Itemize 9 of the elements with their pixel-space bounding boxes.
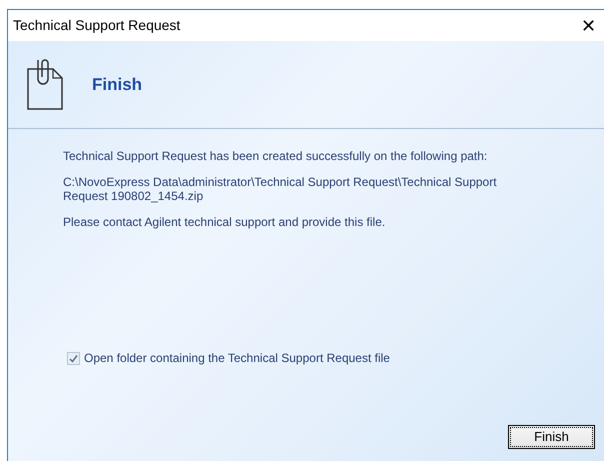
page-heading: Finish: [92, 74, 142, 96]
document-clip-icon: [26, 58, 64, 110]
checkmark-icon: [69, 354, 78, 362]
message-text: Please contact Agilent technical support and provide this file.: [63, 215, 386, 229]
finish-button[interactable]: Finish: [508, 425, 595, 449]
close-button[interactable]: ✕: [581, 16, 596, 34]
message-text: Technical Support Request has been created successfully on the following path:: [63, 149, 488, 163]
message-text: C:\NovoExpress Data\administrator\Technical Support Request\Technical Support Request 190802_1454.zip: [63, 175, 498, 203]
window-title: Technical Support Request: [13, 16, 180, 35]
